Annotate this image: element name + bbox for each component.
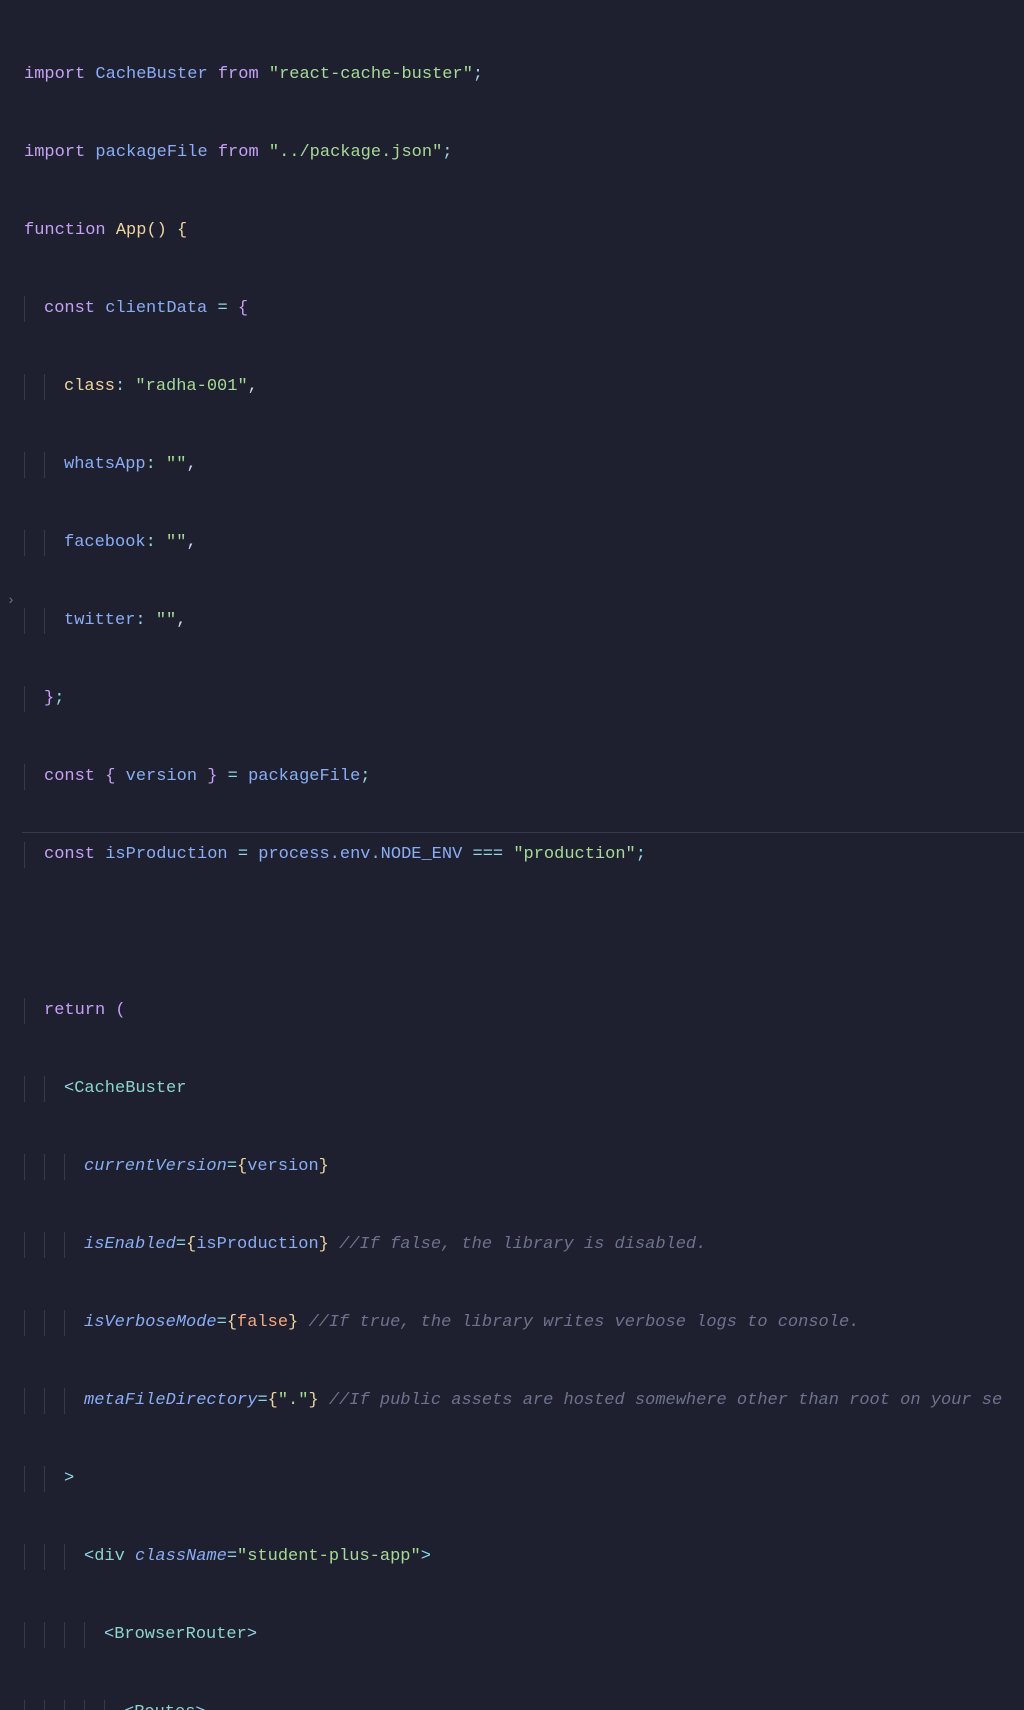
- code-line[interactable]: };: [22, 686, 1024, 712]
- code-line[interactable]: >: [22, 1466, 1024, 1492]
- fold-chevron-icon[interactable]: ›: [4, 588, 18, 602]
- code-line[interactable]: function App() {: [22, 218, 1024, 244]
- code-line[interactable]: const { version } = packageFile;: [22, 764, 1024, 790]
- code-line[interactable]: import CacheBuster from "react-cache-bus…: [22, 62, 1024, 88]
- code-line[interactable]: whatsApp: "",: [22, 452, 1024, 478]
- code-line[interactable]: <div className="student-plus-app">: [22, 1544, 1024, 1570]
- editor-gutter: ›: [0, 0, 22, 855]
- code-line[interactable]: facebook: "",: [22, 530, 1024, 556]
- code-line[interactable]: return (: [22, 998, 1024, 1024]
- ruler-line: [22, 832, 1024, 833]
- code-line[interactable]: [22, 920, 1024, 946]
- code-line[interactable]: <BrowserRouter>: [22, 1622, 1024, 1648]
- code-line[interactable]: currentVersion={version}: [22, 1154, 1024, 1180]
- code-line[interactable]: import packageFile from "../package.json…: [22, 140, 1024, 166]
- code-line[interactable]: isVerboseMode={false} //If true, the lib…: [22, 1310, 1024, 1336]
- code-line[interactable]: metaFileDirectory={"."} //If public asse…: [22, 1388, 1024, 1414]
- code-line[interactable]: <Routes>: [22, 1700, 1024, 1710]
- code-line[interactable]: twitter: "",: [22, 608, 1024, 634]
- code-line[interactable]: <CacheBuster: [22, 1076, 1024, 1102]
- code-line[interactable]: const isProduction = process.env.NODE_EN…: [22, 842, 1024, 868]
- code-line[interactable]: isEnabled={isProduction} //If false, the…: [22, 1232, 1024, 1258]
- code-editor[interactable]: import CacheBuster from "react-cache-bus…: [22, 0, 1024, 1710]
- code-line[interactable]: const clientData = {: [22, 296, 1024, 322]
- code-line[interactable]: class: "radha-001",: [22, 374, 1024, 400]
